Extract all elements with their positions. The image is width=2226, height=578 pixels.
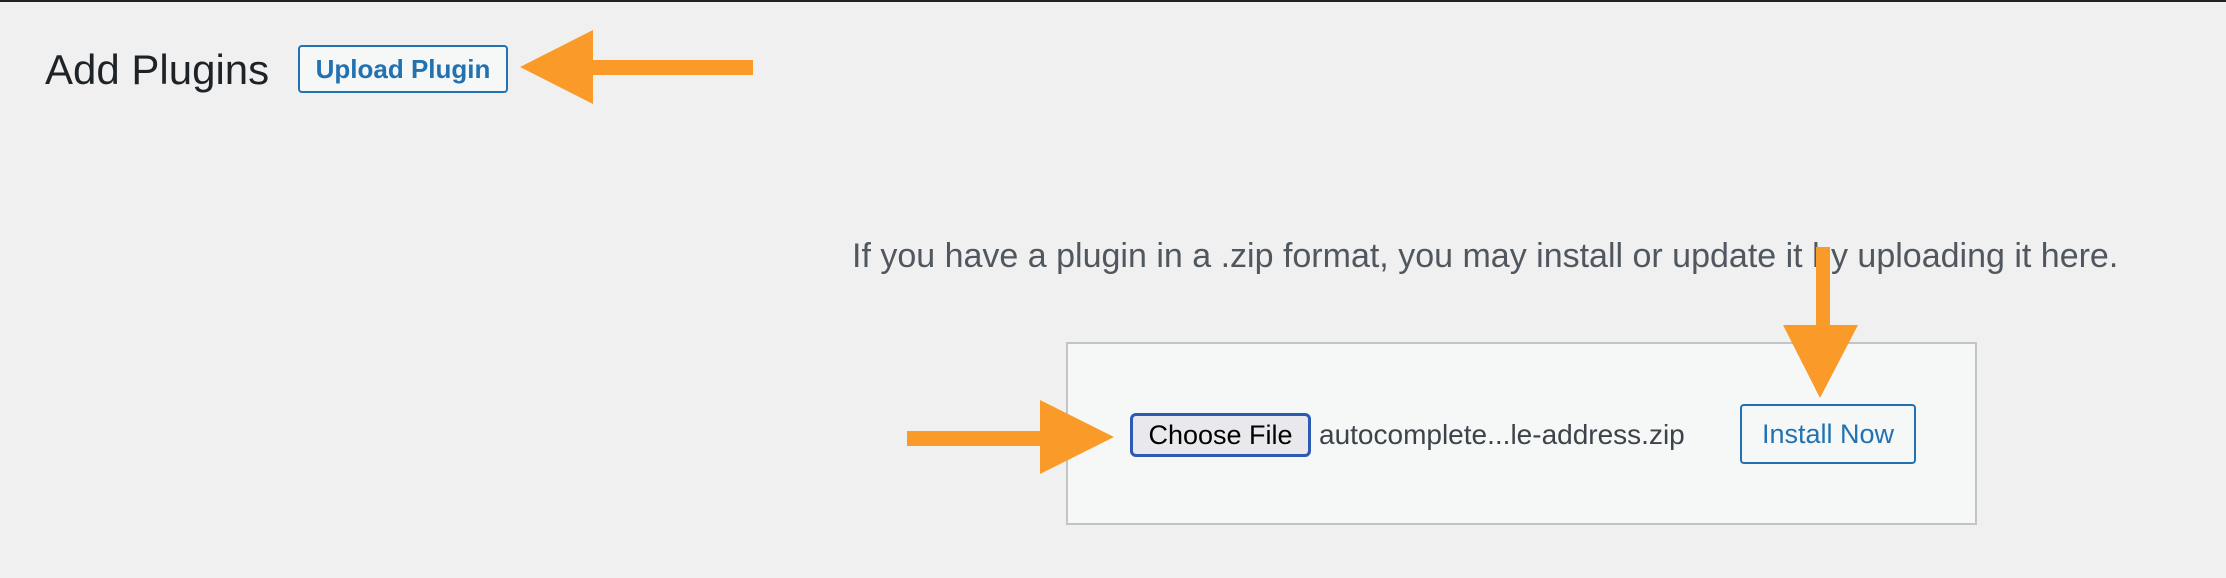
top-border — [0, 0, 2226, 2]
arrow-to-upload-plugin — [520, 30, 753, 104]
upload-help-text: If you have a plugin in a .zip format, y… — [852, 237, 2119, 275]
choose-file-button[interactable]: Choose File — [1130, 413, 1311, 457]
install-now-button[interactable]: Install Now — [1740, 404, 1916, 464]
upload-plugin-button[interactable]: Upload Plugin — [298, 45, 508, 93]
page-title: Add Plugins — [45, 46, 270, 93]
selected-file-name: autocomplete...le-address.zip — [1319, 419, 1685, 450]
